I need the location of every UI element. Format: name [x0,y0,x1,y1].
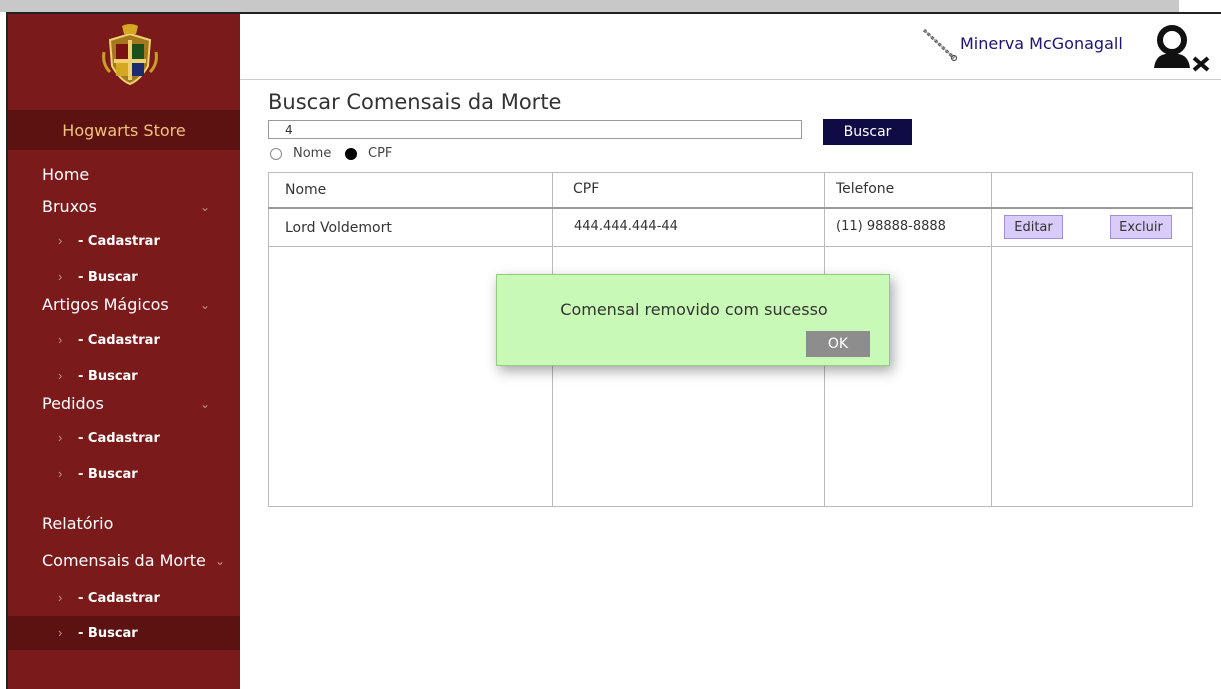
chevron-right-icon: › [58,332,63,347]
table-cell-cpf: 444.444.444-44 [574,219,678,234]
dialog-message: Comensal removido com sucesso [560,300,828,319]
chevron-down-icon[interactable]: ⌄ [200,397,210,411]
radio-label-cpf: CPF [368,146,393,161]
ok-button[interactable]: OK [806,331,870,357]
chevron-right-icon: › [58,625,63,640]
delete-button[interactable]: Excluir [1110,215,1172,239]
sidebar-item-bruxos[interactable]: Bruxos [42,197,192,216]
chevron-right-icon: › [58,430,63,445]
sidebar-sub-label: - Cadastrar [78,333,160,348]
hogwarts-crest-logo[interactable] [100,22,160,88]
table-row-divider [268,246,1193,247]
table-header-telefone: Telefone [836,181,895,197]
sidebar-sub-label: - Cadastrar [78,431,160,446]
sidebar-sub-label: - Buscar [78,270,138,285]
table-cell-telefone: (11) 98888-8888 [836,219,946,234]
sidebar-sub-pedidos-buscar[interactable]: › - Buscar [8,457,240,491]
sidebar-sub-bruxos-buscar[interactable]: › - Buscar [8,260,240,294]
search-button[interactable]: Buscar [823,119,912,145]
sidebar-sub-label: - Buscar [78,467,138,482]
edit-button[interactable]: Editar [1004,215,1063,239]
success-dialog: Comensal removido com sucesso OK [496,274,890,366]
table-cell-nome: Lord Voldemort [285,220,392,236]
sidebar-item-home[interactable]: Home [42,165,192,184]
sidebar-sub-label: - Cadastrar [78,234,160,249]
page-title: Buscar Comensais da Morte [268,90,562,114]
search-input[interactable] [268,120,802,139]
sidebar-sub-comensais-buscar[interactable]: › - Buscar [8,616,240,650]
table-header-cpf: CPF [573,181,600,197]
chevron-right-icon: › [58,233,63,248]
user-remove-icon[interactable] [1150,22,1212,72]
top-strip-gap [1179,0,1221,12]
chevron-right-icon: › [58,590,63,605]
sidebar-sub-label: - Cadastrar [78,591,160,606]
sidebar-sub-artigos-buscar[interactable]: › - Buscar [8,359,240,393]
table-header-nome: Nome [285,182,327,198]
chevron-right-icon: › [58,368,63,383]
sidebar-sub-bruxos-cadastrar[interactable]: › - Cadastrar [8,224,240,258]
user-name[interactable]: Minerva McGonagall [960,34,1123,53]
sidebar-item-pedidos[interactable]: Pedidos [42,394,192,413]
sidebar-sub-comensais-cadastrar[interactable]: › - Cadastrar [8,581,240,615]
sidebar-sub-label: - Buscar [78,626,138,641]
top-strip [0,0,1221,12]
sidebar-item-relatorio[interactable]: Relatório [42,514,192,533]
header-divider [240,79,1221,80]
table-header-divider [268,207,1193,209]
radio-cpf[interactable] [345,148,357,160]
radio-nome[interactable] [270,148,282,160]
chevron-right-icon: › [58,466,63,481]
chevron-down-icon[interactable]: ⌄ [215,554,225,568]
sidebar-sub-pedidos-cadastrar[interactable]: › - Cadastrar [8,421,240,455]
radio-label-nome: Nome [293,146,332,161]
sidebar-item-artigos[interactable]: Artigos Mágicos [42,295,202,314]
sidebar-sub-label: - Buscar [78,369,138,384]
sidebar-sub-artigos-cadastrar[interactable]: › - Cadastrar [8,323,240,357]
table-col-divider [991,172,992,507]
sidebar: Hogwarts Store Home Bruxos ⌄ › - Cadastr… [8,14,240,689]
chevron-down-icon[interactable]: ⌄ [200,200,210,214]
chevron-right-icon: › [58,269,63,284]
wand-icon [922,28,958,62]
chevron-down-icon[interactable]: ⌄ [200,298,210,312]
sidebar-item-comensais[interactable]: Comensais da Morte [42,551,212,570]
store-name[interactable]: Hogwarts Store [8,121,240,140]
